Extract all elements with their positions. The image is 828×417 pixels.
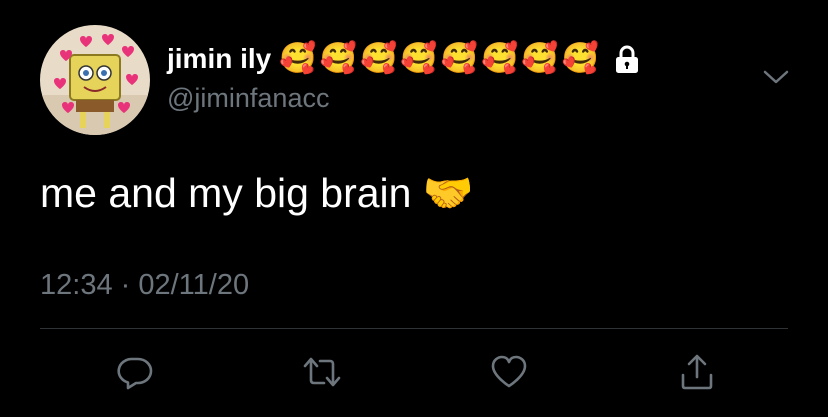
avatar[interactable]	[40, 25, 150, 135]
divider	[40, 328, 788, 329]
user-handle[interactable]: @jiminfanacc	[167, 83, 329, 114]
chevron-down-icon[interactable]	[762, 66, 790, 88]
share-icon	[681, 354, 713, 390]
like-button[interactable]	[489, 352, 529, 392]
comment-icon	[117, 357, 153, 390]
retweet-button[interactable]	[302, 352, 342, 392]
display-name[interactable]: jimin ily	[167, 43, 271, 75]
tweet-card: jimin ily 🥰🥰🥰🥰🥰🥰🥰🥰 @jiminfanacc me and m…	[0, 0, 828, 417]
retweet-icon	[303, 357, 341, 387]
share-button[interactable]	[677, 352, 717, 392]
lock-icon	[614, 44, 640, 74]
name-emojis: 🥰🥰🥰🥰🥰🥰🥰🥰	[279, 42, 603, 75]
reply-button[interactable]	[115, 352, 155, 392]
avatar-image	[40, 25, 150, 135]
tweet-timestamp[interactable]: 12:34 · 02/11/20	[40, 269, 249, 302]
tweet-text: me and my big brain 🤝	[40, 170, 474, 216]
heart-icon	[491, 355, 527, 388]
author-name-row: jimin ily 🥰🥰🥰🥰🥰🥰🥰🥰	[167, 38, 640, 80]
